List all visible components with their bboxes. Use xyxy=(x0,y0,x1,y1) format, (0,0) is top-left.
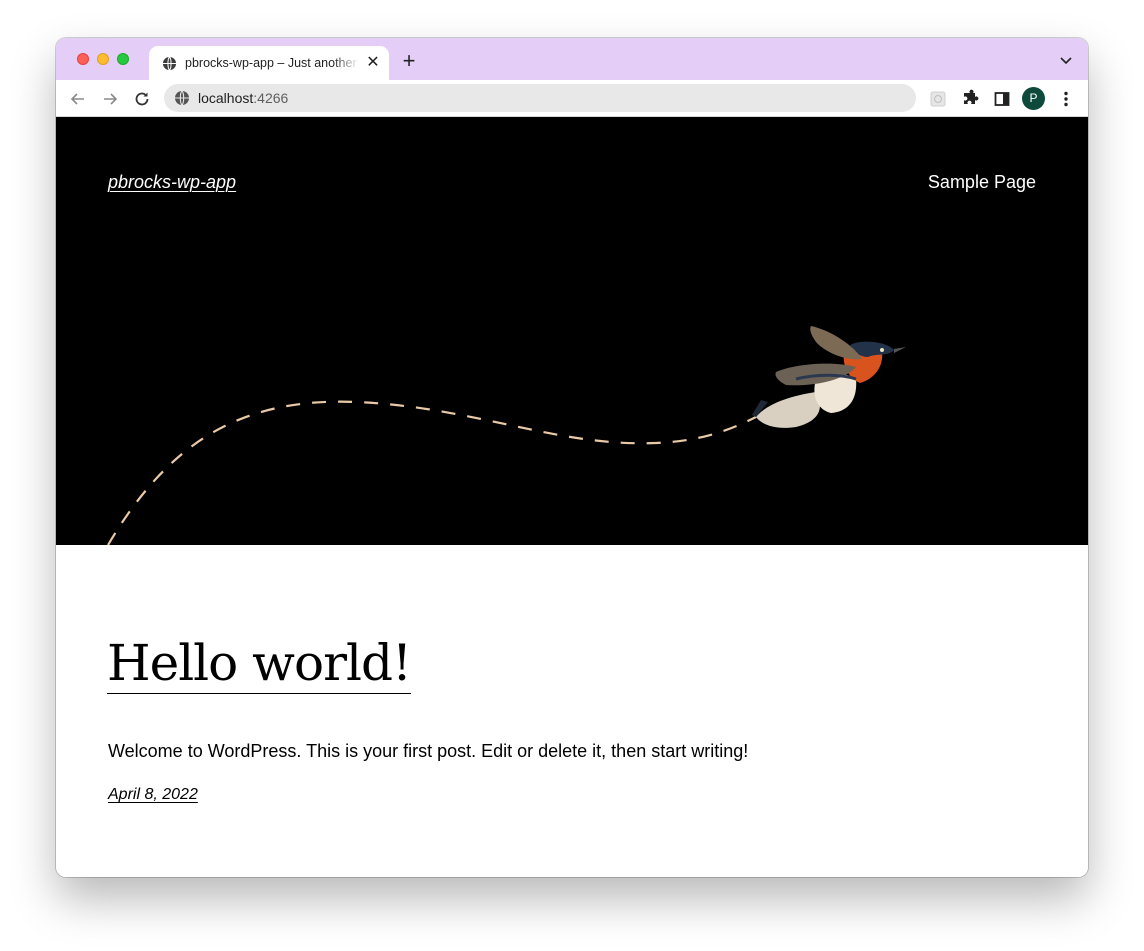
puzzle-icon[interactable] xyxy=(960,89,980,109)
kebab-menu-icon[interactable] xyxy=(1056,89,1076,109)
url-text: localhost:4266 xyxy=(198,90,288,106)
nav-item-sample-page[interactable]: Sample Page xyxy=(928,172,1036,193)
side-panel-icon[interactable] xyxy=(992,89,1012,109)
minimize-window-button[interactable] xyxy=(97,53,109,65)
extension-icon[interactable] xyxy=(928,89,948,109)
plus-icon[interactable]: + xyxy=(399,50,419,72)
bird-illustration xyxy=(752,326,906,428)
close-window-button[interactable] xyxy=(77,53,89,65)
post-title-link[interactable]: Hello world! xyxy=(107,633,412,694)
site-title-link[interactable]: pbrocks-wp-app xyxy=(108,172,236,193)
tab-title: pbrocks-wp-app – Just another WordPress … xyxy=(185,56,359,70)
url-port: :4266 xyxy=(253,90,289,106)
site-info-icon[interactable] xyxy=(174,90,190,106)
globe-icon xyxy=(162,56,177,71)
tab-strip: pbrocks-wp-app – Just another WordPress … xyxy=(56,38,1088,80)
dashed-flight-path xyxy=(107,400,757,545)
forward-arrow-icon[interactable] xyxy=(100,89,120,109)
post-excerpt: Welcome to WordPress. This is your first… xyxy=(108,741,749,761)
browser-toolbar: localhost:4266 P xyxy=(56,80,1088,117)
site-header: pbrocks-wp-app Sample Page xyxy=(56,117,1088,545)
browser-window: pbrocks-wp-app – Just another WordPress … xyxy=(56,38,1088,877)
zoom-window-button[interactable] xyxy=(117,53,129,65)
avatar[interactable]: P xyxy=(1022,87,1045,110)
tab-active[interactable]: pbrocks-wp-app – Just another WordPress … xyxy=(149,46,389,80)
url-host: localhost xyxy=(198,90,254,106)
chevron-down-icon[interactable] xyxy=(1058,52,1074,68)
post-date-link[interactable]: April 8, 2022 xyxy=(108,785,198,805)
web-page: pbrocks-wp-app Sample Page Hello world! … xyxy=(56,117,1088,877)
address-bar[interactable]: localhost:4266 xyxy=(164,84,916,112)
reload-icon[interactable] xyxy=(132,89,152,109)
back-arrow-icon[interactable] xyxy=(68,89,88,109)
close-icon[interactable]: ✕ xyxy=(364,54,382,72)
